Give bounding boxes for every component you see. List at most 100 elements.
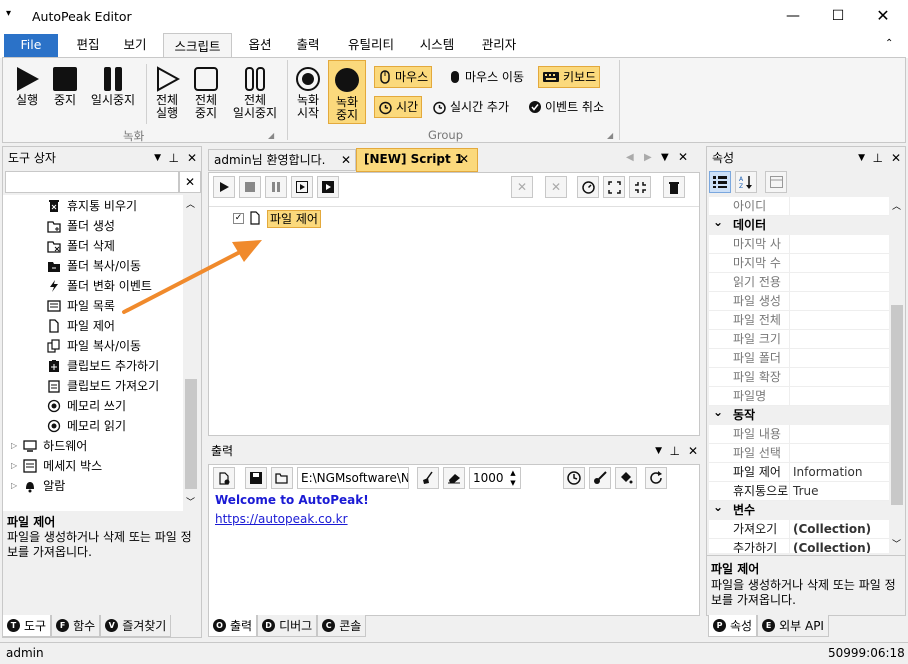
property-row[interactable]: 파일 확장	[709, 368, 889, 387]
pause-all-button[interactable]: 전체 일시중지	[227, 66, 283, 120]
delete-button[interactable]	[663, 176, 685, 198]
clear-format-button[interactable]	[417, 467, 439, 489]
tab-script-1[interactable]: [NEW] Script 1 ✕	[356, 148, 478, 172]
dialog-launcher-icon[interactable]: ◢	[268, 131, 274, 140]
scroll-left-icon[interactable]: ◀	[626, 152, 634, 163]
play-button[interactable]	[213, 176, 235, 198]
save-button[interactable]	[245, 467, 267, 489]
new-output-button[interactable]	[213, 467, 235, 489]
tab-output[interactable]: 출력	[290, 32, 326, 58]
chevron-down-icon[interactable]: ﹀	[892, 537, 901, 550]
dropdown-icon[interactable]: ▼	[858, 147, 865, 169]
close-icon[interactable]: ✕	[459, 149, 469, 170]
spin-arrows-icon[interactable]: ▲ ▼	[506, 468, 520, 488]
tab-utility[interactable]: 유틸리티	[340, 32, 402, 58]
quick-access-icon[interactable]: ▾	[6, 8, 11, 19]
tree-item[interactable]: 폴더 복사/이동	[3, 256, 183, 276]
tree-item[interactable]: 클립보드 가져오기	[3, 376, 183, 396]
pause-button[interactable]: 일시중지	[85, 66, 141, 107]
mouse-move-toggle[interactable]: 마우스 이동	[445, 66, 527, 88]
collapse-chevron-icon[interactable]: ⌄	[713, 213, 723, 232]
brush-button[interactable]	[589, 467, 611, 489]
tree-group[interactable]: ▷ 메세지 박스	[3, 456, 183, 476]
tab-debug[interactable]: D 디버그	[257, 615, 318, 637]
tree-item[interactable]: 파일 복사/이동	[3, 336, 183, 356]
step-button[interactable]	[291, 176, 313, 198]
property-row[interactable]: 파일 크기	[709, 330, 889, 349]
maximize-button[interactable]: ☐	[815, 0, 861, 32]
tab-tools[interactable]: T 도구	[2, 615, 52, 637]
tree-item[interactable]: 메모리 쓰기	[3, 396, 183, 416]
collapse-chevron-icon[interactable]: ⌄	[713, 403, 723, 422]
fill-button[interactable]	[615, 467, 637, 489]
stop-button[interactable]: 중지	[49, 66, 81, 107]
file-tab[interactable]: File	[4, 34, 58, 58]
cancel-event-button[interactable]: 이벤트 취소	[525, 96, 607, 118]
open-folder-button[interactable]	[271, 467, 293, 489]
pin-icon[interactable]: ⊥	[670, 440, 680, 462]
tree-item[interactable]: 클립보드 추가하기	[3, 356, 183, 376]
collapse-button[interactable]	[629, 176, 651, 198]
property-row[interactable]: 파일 전체	[709, 311, 889, 330]
scrollbar-thumb[interactable]	[185, 379, 197, 489]
tree-item[interactable]: 휴지통 비우기	[3, 196, 183, 216]
run-button[interactable]: 실행	[9, 66, 45, 107]
dropdown-icon[interactable]: ▼	[661, 152, 669, 163]
clock-button[interactable]	[563, 467, 585, 489]
scrollbar[interactable]: ︿ ﹀	[889, 197, 905, 553]
property-category[interactable]: ⌄ 데이터	[709, 213, 889, 235]
categorized-button[interactable]	[709, 171, 731, 193]
scrollbar-thumb[interactable]	[891, 305, 903, 505]
tab-console[interactable]: C 콘솔	[317, 615, 367, 637]
website-link[interactable]: https://autopeak.co.kr	[215, 512, 348, 526]
eraser-button[interactable]	[443, 467, 465, 489]
close-icon[interactable]: ✕	[688, 440, 698, 462]
tree-item[interactable]: 폴더 생성	[3, 216, 183, 236]
collapse-ribbon-icon[interactable]: ⌃	[885, 38, 893, 49]
expand-icon[interactable]: ▷	[11, 436, 17, 456]
close-icon[interactable]: ✕	[891, 147, 901, 169]
run-all-button[interactable]: 전체 실행	[149, 66, 185, 120]
tab-welcome[interactable]: admin님 환영합니다. ✕	[208, 149, 356, 171]
scrollbar[interactable]: ︿ ﹀	[183, 195, 199, 511]
stop-all-button[interactable]: 전체 중지	[189, 66, 223, 120]
chevron-up-icon[interactable]: ︿	[186, 197, 195, 210]
tab-script[interactable]: 스크립트	[163, 33, 232, 59]
record-start-button[interactable]: 녹화 시작	[291, 66, 325, 120]
property-row[interactable]: 파일명	[709, 387, 889, 406]
stop-button[interactable]	[239, 176, 261, 198]
dropdown-icon[interactable]: ▼	[154, 147, 161, 169]
close-button[interactable]: ✕	[860, 0, 906, 32]
property-row[interactable]: 마지막 사	[709, 235, 889, 254]
tree-item[interactable]: 메모리 읽기	[3, 416, 183, 436]
tab-output[interactable]: O 출력	[208, 615, 258, 637]
property-row[interactable]: 파일 생성	[709, 292, 889, 311]
property-row[interactable]: 파일 내용	[709, 425, 889, 444]
tab-view[interactable]: 보기	[117, 32, 153, 58]
tree-group[interactable]: ▷ 하드웨어	[3, 436, 183, 456]
node-checkbox[interactable]: ✓	[233, 213, 244, 224]
property-row[interactable]: 마지막 수	[709, 254, 889, 273]
property-value[interactable]: Information	[793, 463, 862, 482]
dropdown-icon[interactable]: ▼	[655, 440, 662, 462]
pin-icon[interactable]: ⊥	[873, 147, 883, 169]
close-icon[interactable]: ✕	[678, 150, 688, 164]
script-node[interactable]: 파일 제어	[267, 210, 321, 228]
minimize-button[interactable]: —	[770, 0, 816, 32]
disabled-button[interactable]: ✕	[545, 176, 567, 198]
alphabetical-button[interactable]: AZ	[735, 171, 757, 193]
tab-options[interactable]: 옵션	[242, 32, 278, 58]
clear-search-button[interactable]: ✕	[179, 171, 201, 193]
tab-system[interactable]: 시스템	[414, 32, 460, 58]
line-count-value[interactable]: 1000	[470, 468, 506, 488]
property-row[interactable]: 가져오기 (Collection)	[709, 520, 889, 539]
tab-admin[interactable]: 관리자	[474, 32, 524, 58]
property-value[interactable]: True	[793, 482, 819, 501]
chevron-up-icon[interactable]: ︿	[892, 199, 901, 212]
close-icon[interactable]: ✕	[187, 147, 197, 169]
property-value[interactable]: (Collection)	[793, 539, 871, 553]
tab-functions[interactable]: F 함수	[51, 615, 101, 637]
scroll-right-icon[interactable]: ▶	[644, 152, 652, 163]
expand-icon[interactable]: ▷	[11, 456, 17, 476]
line-count-spinner[interactable]: 1000 ▲ ▼	[469, 467, 521, 489]
